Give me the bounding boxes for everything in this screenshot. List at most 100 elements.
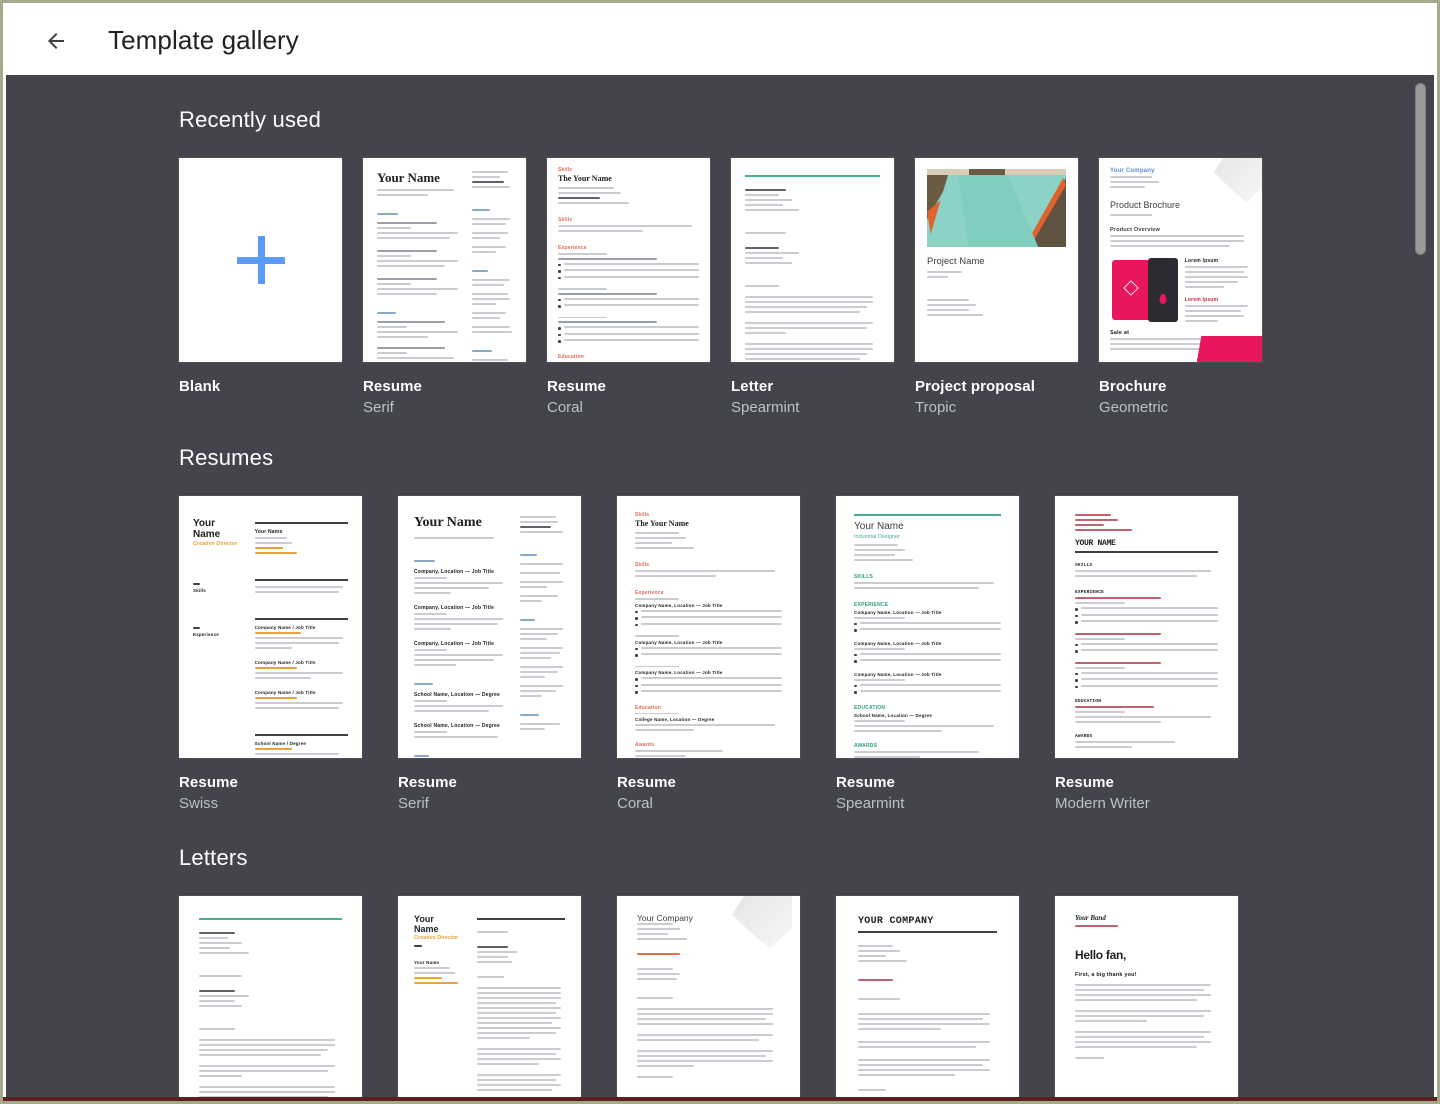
thumb-job: Company, Location — Job Title — [414, 605, 508, 611]
thumb-name: Your Name — [377, 171, 463, 185]
section-letters: Letters — [6, 845, 1434, 1098]
template-card-title: Blank — [179, 378, 342, 395]
template-card-resume-swiss[interactable]: YourName Creative Director Skills Experi… — [179, 496, 362, 812]
thumb-name: YourName — [414, 914, 465, 934]
thumb-section-label: Skills — [635, 562, 782, 568]
template-card-subtitle: Spearmint — [836, 795, 1019, 812]
thumb-section-label: Education — [558, 354, 699, 360]
thumb-name: YOUR NAME — [1075, 540, 1218, 548]
thumb-label: Lorem Ipsum — [1185, 258, 1251, 264]
template-thumbnail: YOUR NAME SKILLS EXPERIENCE — [1055, 496, 1238, 758]
thumb-job: Company Name / Job Title — [255, 625, 348, 630]
template-thumbnail: Skills The Your Name Skills Experience — [617, 496, 800, 758]
template-card-subtitle: Spearmint — [731, 399, 894, 416]
thumb-job: Company Name, Location — Job Title — [854, 672, 1001, 677]
thumb-title: Product Brochure — [1110, 201, 1251, 210]
template-thumbnail: YourName Creative Director Your Name — [398, 896, 581, 1098]
template-card-title: Brochure — [1099, 378, 1262, 395]
thumb-band-name: Your Band — [1075, 914, 1218, 922]
vertical-scrollbar[interactable] — [1414, 75, 1427, 1098]
template-thumbnail: Your Name Industrial Designer SKILLS EXP… — [836, 496, 1019, 758]
template-card-title: Resume — [398, 774, 581, 791]
thumb-job: Company Name, Location — Job Title — [635, 640, 782, 645]
template-thumbnail: YOUR COMPANY — [836, 896, 1019, 1098]
arrow-left-icon[interactable] — [32, 17, 80, 65]
thumb-name: Your Name — [854, 522, 1001, 533]
thumb-company: Your Company — [637, 914, 780, 923]
app-header: Template gallery — [6, 6, 1434, 75]
thumb-subtitle: Product Overview — [1110, 227, 1251, 233]
template-card-letter-spearmint-2[interactable] — [179, 896, 362, 1098]
thumb-name-small: Your Name — [414, 960, 465, 965]
template-card-title: Resume — [179, 774, 362, 791]
template-card-letter-coral[interactable]: Your Company — [617, 896, 800, 1098]
page-title: Template gallery — [108, 25, 299, 56]
scrollbar-thumb[interactable] — [1415, 83, 1426, 255]
template-card-letter-band[interactable]: Your Band Hello fan, First, a big thank … — [1055, 896, 1238, 1098]
template-card-resume-serif[interactable]: Your Name — [363, 158, 526, 416]
thumb-school: College Name, Location — Degree — [635, 717, 782, 722]
thumb-name: The Your Name — [635, 520, 782, 528]
template-thumbnail: Your Company Product Brochure Product Ov… — [1099, 158, 1262, 362]
template-card-resume-modern-writer[interactable]: YOUR NAME SKILLS EXPERIENCE — [1055, 496, 1238, 812]
template-thumbnail: Your Name — [363, 158, 526, 362]
template-thumbnail — [179, 158, 342, 362]
thumb-greeting: Hello fan, — [1075, 948, 1218, 962]
template-card-subtitle: Modern Writer — [1055, 795, 1238, 812]
thumb-section-label: EXPERIENCE — [1075, 590, 1218, 595]
thumb-job: Company Name / Job Title — [255, 660, 348, 665]
template-card-resume-coral[interactable]: Skills The Your Name Skills Experience — [547, 158, 710, 416]
thumb-school: School Name, Location — Degree — [414, 723, 508, 729]
thumb-company: YOUR COMPANY — [858, 916, 997, 927]
thumb-school: School Name, Location — Degree — [854, 713, 1001, 718]
template-card-blank[interactable]: Blank — [179, 158, 342, 416]
thumb-school: School Name / Degree — [255, 741, 348, 746]
thumb-label: Lorem Ipsum — [1185, 297, 1251, 303]
template-card-brochure-geometric[interactable]: Your Company Product Brochure Product Ov… — [1099, 158, 1262, 416]
thumb-section-label: Education — [635, 705, 782, 711]
thumb-section-label: AWARDS — [1075, 734, 1218, 739]
template-card-resume-spearmint[interactable]: Your Name Industrial Designer SKILLS EXP… — [836, 496, 1019, 812]
template-card-letter-spearmint[interactable]: Letter Spearmint — [731, 158, 894, 416]
template-card-subtitle: Tropic — [915, 399, 1078, 416]
thumb-section-label: EDUCATION — [1075, 699, 1218, 704]
template-card-title: Letter — [731, 378, 894, 395]
template-card-subtitle: Swiss — [179, 795, 362, 812]
template-card-subtitle: Serif — [363, 399, 526, 416]
thumb-job: Company, Location — Job Title — [414, 569, 508, 575]
thumb-job: Company Name, Location — Job Title — [854, 610, 1001, 615]
template-card-letter-swiss[interactable]: YourName Creative Director Your Name — [398, 896, 581, 1098]
template-card-subtitle: Coral — [617, 795, 800, 812]
thumb-section-label: SKILLS — [854, 574, 1001, 580]
thumb-job: Company Name, Location — Job Title — [854, 641, 1001, 646]
thumb-section-label: Skills — [193, 588, 243, 593]
thumb-section-label: Experience — [635, 590, 782, 596]
template-card-resume-serif-2[interactable]: Your Name Company, Location — Job Title — [398, 496, 581, 812]
thumb-section-label: EDUCATION — [854, 705, 1001, 711]
thumb-school: School Name, Location — Degree — [414, 692, 508, 698]
template-card-letter-company[interactable]: YOUR COMPANY — [836, 896, 1019, 1098]
thumb-job: Company, Location — Job Title — [414, 641, 508, 647]
template-thumbnail — [179, 896, 362, 1098]
template-card-resume-coral-2[interactable]: Skills The Your Name Skills Experience — [617, 496, 800, 812]
template-card-title: Resume — [1055, 774, 1238, 791]
thumb-company: Your Company — [1110, 168, 1251, 174]
template-card-title: Project proposal — [915, 378, 1078, 395]
section-resumes: Resumes YourName Creative Director — [6, 445, 1434, 812]
template-card-title: Resume — [363, 378, 526, 395]
template-thumbnail: Project Name — [915, 158, 1078, 362]
thumb-name: YourName — [193, 518, 243, 540]
template-gallery-scroll-area[interactable]: Recently used Blank — [6, 75, 1434, 1098]
thumb-section-label: SKILLS — [1075, 563, 1218, 568]
section-title: Letters — [179, 845, 1434, 871]
thumb-subtitle: First, a big thank you! — [1075, 972, 1218, 978]
template-card-project-proposal-tropic[interactable]: Project Name Project proposal Tropic — [915, 158, 1078, 416]
thumb-section-label: Skills — [635, 512, 782, 518]
template-thumbnail — [731, 158, 894, 362]
thumb-role: Creative Director — [193, 541, 243, 547]
thumb-section-label: EXPERIENCE — [854, 602, 1001, 608]
template-card-title: Resume — [836, 774, 1019, 791]
section-recently-used: Recently used Blank — [6, 107, 1434, 416]
template-card-title: Resume — [547, 378, 710, 395]
template-card-title: Resume — [617, 774, 800, 791]
